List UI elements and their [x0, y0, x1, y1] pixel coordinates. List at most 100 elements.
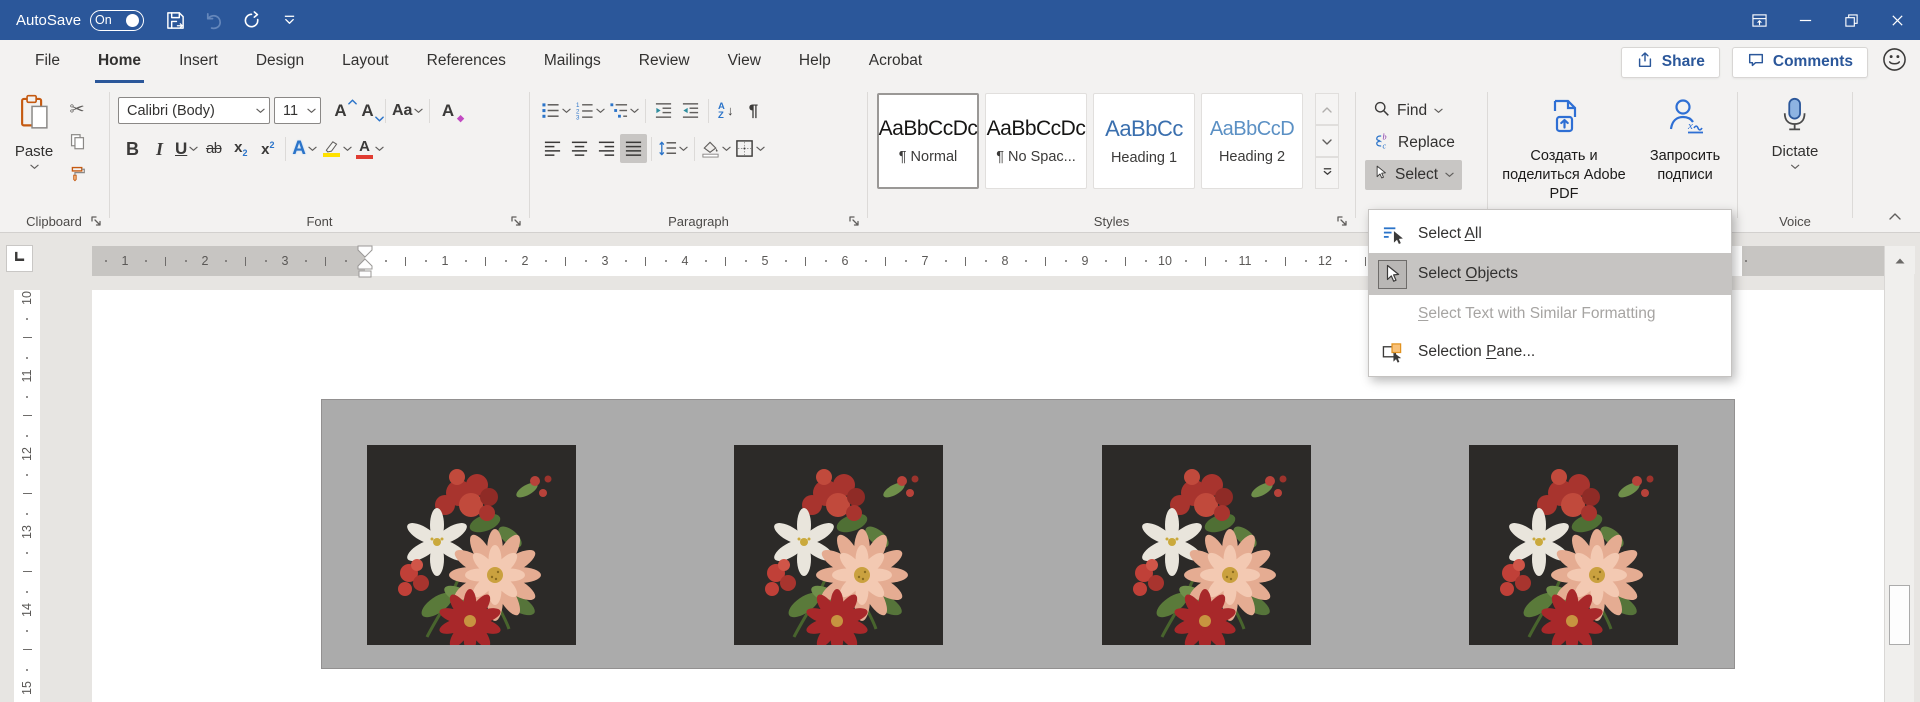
grow-font-button[interactable]: A — [327, 96, 354, 125]
flower-bouquet-image[interactable] — [367, 445, 576, 645]
style--no-spac-[interactable]: AaBbCcDc¶ No Spac... — [985, 93, 1087, 189]
ruler-tick — [645, 257, 646, 266]
create-share-adobe-pdf-button[interactable]: Создать и поделиться Adobe PDF — [1491, 96, 1637, 204]
tab-insert[interactable]: Insert — [160, 40, 237, 84]
dictate-button[interactable]: Dictate — [1772, 96, 1819, 170]
autosave-control[interactable]: AutoSave On — [16, 10, 144, 31]
ribbon-display-options-button[interactable] — [1736, 0, 1782, 40]
borders-button[interactable] — [733, 134, 767, 163]
underline-button[interactable]: U — [173, 134, 200, 163]
undo-button[interactable] — [198, 5, 228, 35]
styles-group-label: Styles — [869, 214, 1354, 229]
align-left-button[interactable] — [539, 134, 566, 163]
line-spacing-button[interactable] — [656, 134, 690, 163]
tab-help[interactable]: Help — [780, 40, 850, 84]
font-color-button[interactable]: A — [354, 134, 386, 163]
shading-button[interactable] — [699, 134, 733, 163]
sort-button[interactable]: A↓Z — [713, 96, 740, 125]
request-signatures-button[interactable]: x Запросить подписи — [1639, 96, 1731, 185]
scroll-up-button[interactable] — [1885, 246, 1915, 274]
vertical-scrollbar[interactable] — [1884, 246, 1914, 702]
ruler-tick — [965, 257, 966, 266]
select-button[interactable]: Select — [1365, 160, 1462, 190]
numbering-button[interactable]: 123 — [573, 96, 607, 125]
styles-scroll-up-button[interactable] — [1315, 93, 1339, 125]
replace-button[interactable]: bc Replace — [1365, 128, 1463, 158]
menu-item-select-objects[interactable]: Select Objects — [1369, 253, 1731, 295]
font-dialog-launcher-icon[interactable] — [510, 214, 523, 227]
minimize-button[interactable] — [1782, 0, 1828, 40]
ruler-tick — [165, 257, 166, 266]
copy-button[interactable] — [62, 128, 92, 154]
styles-gallery-more-button[interactable] — [1315, 157, 1339, 189]
tab-home[interactable]: Home — [79, 40, 160, 84]
format-painter-button[interactable] — [62, 160, 92, 186]
selected-image-band[interactable] — [321, 399, 1735, 669]
paragraph-dialog-launcher-icon[interactable] — [848, 214, 861, 227]
tab-file[interactable]: File — [16, 40, 79, 84]
indent-markers[interactable] — [356, 245, 374, 279]
decrease-indent-button[interactable] — [650, 96, 677, 125]
align-center-icon — [570, 139, 589, 158]
scrollbar-thumb[interactable] — [1889, 585, 1910, 645]
text-effects-button[interactable]: A — [290, 134, 319, 163]
ruler-tick — [26, 474, 28, 476]
styles-dialog-launcher-icon[interactable] — [1336, 214, 1349, 227]
tab-layout[interactable]: Layout — [323, 40, 408, 84]
font-color-icon: A — [356, 139, 373, 159]
collapse-ribbon-button[interactable] — [1884, 208, 1906, 224]
tab-references[interactable]: References — [408, 40, 525, 84]
tab-stop-selector[interactable] — [6, 245, 33, 272]
close-button[interactable] — [1874, 0, 1920, 40]
bold-button[interactable]: B — [119, 134, 146, 163]
customize-qat-button[interactable] — [274, 5, 304, 35]
style-heading-1[interactable]: AaBbCcHeading 1 — [1093, 93, 1195, 189]
clipboard-dialog-launcher-icon[interactable] — [90, 214, 103, 227]
change-case-button[interactable]: Aa — [390, 96, 425, 125]
style--normal[interactable]: AaBbCcDc¶ Normal — [877, 93, 979, 189]
redo-button[interactable] — [236, 5, 266, 35]
align-center-button[interactable] — [566, 134, 593, 163]
vertical-ruler[interactable]: 101112131415 — [14, 290, 40, 702]
tab-view[interactable]: View — [709, 40, 780, 84]
styles-scroll-down-button[interactable] — [1315, 125, 1339, 157]
paste-button[interactable]: Paste — [8, 94, 60, 206]
justify-button[interactable] — [620, 134, 647, 163]
font-size-combo[interactable]: 11 — [274, 97, 321, 124]
tab-mailings[interactable]: Mailings — [525, 40, 620, 84]
selection-pane-icon — [1376, 337, 1408, 367]
subscript-button[interactable]: x2 — [227, 134, 254, 163]
increase-indent-button[interactable] — [677, 96, 704, 125]
save-button[interactable] — [160, 5, 190, 35]
italic-button[interactable]: I — [146, 134, 173, 163]
comments-button[interactable]: Comments — [1732, 47, 1868, 78]
feedback-button[interactable] — [1880, 48, 1908, 76]
menu-item-select-all[interactable]: Select All — [1369, 215, 1731, 253]
restore-button[interactable] — [1828, 0, 1874, 40]
word-window: AutoSave On FileHomeInsertDesignLayoutRe… — [0, 0, 1920, 702]
menu-item-selection-pane[interactable]: Selection Pane... — [1369, 333, 1731, 371]
align-right-button[interactable] — [593, 134, 620, 163]
find-button[interactable]: Find — [1365, 96, 1451, 126]
flower-bouquet-image[interactable] — [1469, 445, 1678, 645]
shrink-font-button[interactable]: A — [354, 96, 381, 125]
ruler-tick — [565, 257, 566, 266]
text-highlight-button[interactable] — [319, 134, 354, 163]
flower-bouquet-image[interactable] — [1102, 445, 1311, 645]
autosave-toggle[interactable]: On — [90, 10, 144, 31]
tab-acrobat[interactable]: Acrobat — [850, 40, 941, 84]
tab-review[interactable]: Review — [620, 40, 709, 84]
bullets-button[interactable] — [539, 96, 573, 125]
cut-button[interactable]: ✂ — [62, 96, 92, 122]
share-button[interactable]: Share — [1621, 47, 1720, 78]
tab-stop-icon — [13, 250, 26, 268]
clear-formatting-button[interactable]: A◆ — [434, 96, 461, 125]
superscript-button[interactable]: x2 — [254, 134, 281, 163]
tab-design[interactable]: Design — [237, 40, 323, 84]
flower-bouquet-image[interactable] — [734, 445, 943, 645]
show-formatting-marks-button[interactable]: ¶ — [740, 96, 767, 125]
strikethrough-button[interactable]: ab — [200, 134, 227, 163]
style-heading-2[interactable]: AaBbCcDHeading 2 — [1201, 93, 1303, 189]
multilevel-list-button[interactable] — [607, 96, 641, 125]
font-name-combo[interactable]: Calibri (Body) — [118, 97, 270, 124]
